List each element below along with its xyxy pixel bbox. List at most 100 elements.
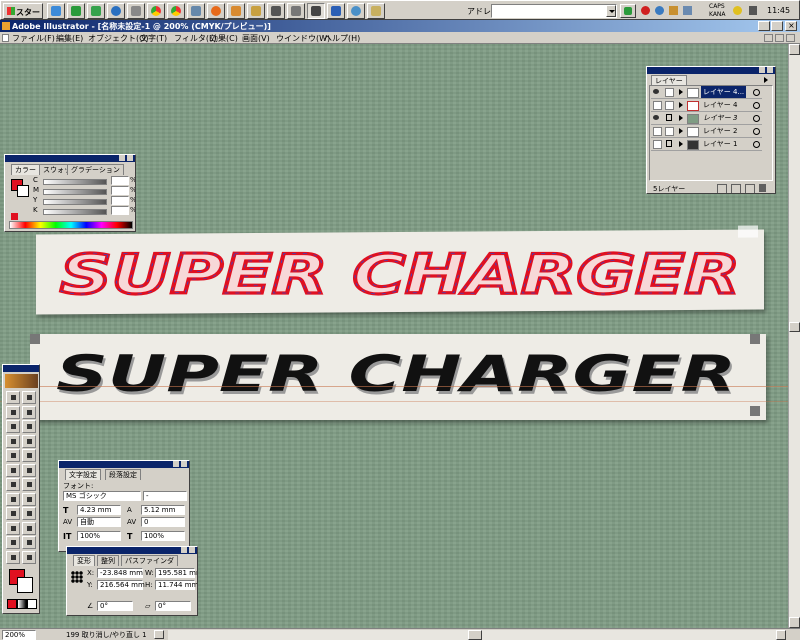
window-titlebar[interactable]: Adobe Illustrator - [名称未設定-1 @ 200% (CMY…	[0, 20, 800, 32]
vertical-scale-input[interactable]: 100%	[77, 531, 121, 541]
line-tool-icon[interactable]	[6, 434, 20, 448]
menu-type[interactable]: 文字(T)	[140, 33, 167, 44]
scroll-thumb[interactable]	[789, 322, 800, 332]
selection-tool-icon[interactable]	[6, 391, 20, 404]
pencil-tool-icon[interactable]	[6, 463, 20, 477]
palette-menu-icon[interactable]	[764, 77, 771, 83]
minimize-button[interactable]	[758, 21, 770, 31]
start-button[interactable]: スタート	[3, 3, 43, 28]
target-icon[interactable]	[753, 115, 760, 122]
expand-triangle-icon[interactable]	[679, 102, 686, 108]
scale-tool-icon[interactable]	[6, 478, 20, 491]
kerning-input[interactable]: 自動	[77, 517, 121, 527]
mesh-tool-icon[interactable]	[6, 507, 20, 520]
quicklaunch-ie-icon[interactable]	[47, 3, 65, 19]
tab-color[interactable]: カラー	[11, 164, 40, 175]
tab-align[interactable]: 整列	[97, 555, 119, 566]
channel-c-input[interactable]	[111, 176, 129, 185]
quicklaunch-doc-icon[interactable]	[227, 3, 245, 19]
quicklaunch-folder-icon[interactable]	[247, 3, 265, 19]
status-menu-button[interactable]	[154, 630, 164, 639]
tray-pencil-icon[interactable]	[683, 6, 692, 15]
expand-triangle-icon[interactable]	[679, 141, 686, 147]
zoom-field[interactable]: 200%	[2, 630, 36, 640]
quicklaunch-chrome-icon[interactable]	[147, 3, 165, 19]
tray-record-icon[interactable]	[641, 6, 650, 15]
character-palette[interactable]: 文字設定 段落設定 フォント: MS ゴシック - T 4.23 mm A 5.…	[58, 460, 190, 552]
stroke-color-icon[interactable]	[17, 577, 33, 593]
rotate-tool-icon[interactable]	[22, 463, 36, 477]
taskbar-app-icon[interactable]	[367, 3, 385, 19]
channel-m-input[interactable]	[111, 186, 129, 195]
close-icon[interactable]	[181, 461, 187, 467]
tray-ime-icon[interactable]	[733, 6, 742, 15]
expand-triangle-icon[interactable]	[679, 128, 686, 134]
channel-y-input[interactable]	[111, 196, 129, 205]
address-dropdown-button[interactable]	[606, 5, 616, 17]
maximize-button[interactable]	[771, 21, 783, 31]
scroll-down-button[interactable]	[789, 617, 800, 628]
type-tool-icon[interactable]	[22, 420, 36, 433]
direct-selection-tool-icon[interactable]	[22, 391, 36, 404]
shear-input[interactable]: 0°	[155, 601, 191, 611]
eye-icon[interactable]	[653, 115, 659, 120]
transform-palette[interactable]: 変形 整列 パスファインダ X: -23.848 mm W: 195.581 m…	[66, 546, 198, 616]
visibility-toggle[interactable]	[653, 127, 662, 136]
channel-k-slider[interactable]	[43, 209, 107, 215]
quicklaunch-tool-icon[interactable]	[127, 3, 145, 19]
adobe-flower-logo[interactable]	[5, 374, 38, 388]
scroll-right-button[interactable]	[776, 630, 786, 640]
blend-tool-icon[interactable]	[6, 492, 20, 506]
expand-triangle-icon[interactable]	[679, 115, 686, 121]
target-icon[interactable]	[753, 102, 760, 109]
menu-file[interactable]: ファイル(F)	[12, 33, 55, 44]
color-spectrum-bar[interactable]	[9, 221, 133, 229]
horizontal-scrollbar[interactable]	[168, 630, 786, 640]
taskbar-globe-icon[interactable]	[347, 3, 365, 19]
doc-close-button[interactable]	[786, 34, 795, 42]
make-clipping-mask-icon[interactable]	[717, 184, 727, 193]
font-size-input[interactable]: 4.23 mm	[77, 505, 121, 515]
menu-window[interactable]: ウインドウ(W)	[276, 33, 330, 44]
layer-name[interactable]: レイヤー 2	[703, 125, 737, 137]
hand-tool-icon[interactable]	[6, 550, 20, 564]
ellipse-tool-icon[interactable]	[6, 449, 20, 462]
trash-icon[interactable]	[759, 184, 766, 192]
target-icon[interactable]	[753, 89, 760, 96]
menu-edit[interactable]: 編集(E)	[56, 33, 83, 44]
tray-speaker-icon[interactable]	[749, 6, 757, 15]
quicklaunch-pen-icon[interactable]	[267, 3, 285, 19]
palette-titlebar[interactable]	[647, 67, 775, 74]
tab-pathfinder[interactable]: パスファインダ	[121, 555, 178, 566]
layer-row[interactable]: レイヤー 4...	[651, 86, 762, 99]
rectangle-tool-icon[interactable]	[22, 434, 36, 448]
taskbar-illustrator-icon[interactable]	[307, 3, 325, 19]
tab-character[interactable]: 文字設定	[65, 469, 101, 480]
new-layer-icon[interactable]	[745, 184, 755, 193]
target-icon[interactable]	[753, 128, 760, 135]
super-charger-black-art[interactable]: SUPER CHARGER SUPER CHARGER	[46, 344, 746, 404]
lasso-tool-icon[interactable]	[22, 405, 36, 419]
layers-palette[interactable]: レイヤー レイヤー 4... レイヤー 4 レイヤー 3 レイヤー 2 レイヤー…	[646, 66, 776, 194]
lock-toggle[interactable]	[665, 101, 674, 110]
magic-wand-tool-icon[interactable]	[6, 405, 20, 419]
none-mode-icon[interactable]	[27, 599, 37, 609]
layer-name[interactable]: レイヤー 3	[703, 112, 737, 124]
tab-paragraph[interactable]: 段落設定	[105, 469, 141, 480]
layer-row[interactable]: レイヤー 3	[651, 112, 762, 125]
paint-bucket-tool-icon[interactable]	[22, 536, 36, 549]
visibility-toggle[interactable]	[653, 101, 662, 110]
brush-tool-icon[interactable]	[22, 449, 36, 462]
tab-transform[interactable]: 変形	[73, 555, 95, 566]
quicklaunch-orb-icon[interactable]	[107, 3, 125, 19]
channel-k-input[interactable]	[111, 206, 129, 215]
y-input[interactable]: 216.564 mm	[97, 580, 145, 590]
rotate-input[interactable]: 0°	[97, 601, 133, 611]
address-input[interactable]	[491, 4, 617, 18]
tray-brush-icon[interactable]	[669, 6, 678, 15]
reference-point-icon[interactable]	[71, 571, 83, 583]
close-button[interactable]: ×	[785, 21, 797, 31]
scroll-up-button[interactable]	[789, 44, 800, 55]
font-select[interactable]: MS ゴシック	[63, 491, 141, 501]
new-sublayer-icon[interactable]	[731, 184, 741, 193]
